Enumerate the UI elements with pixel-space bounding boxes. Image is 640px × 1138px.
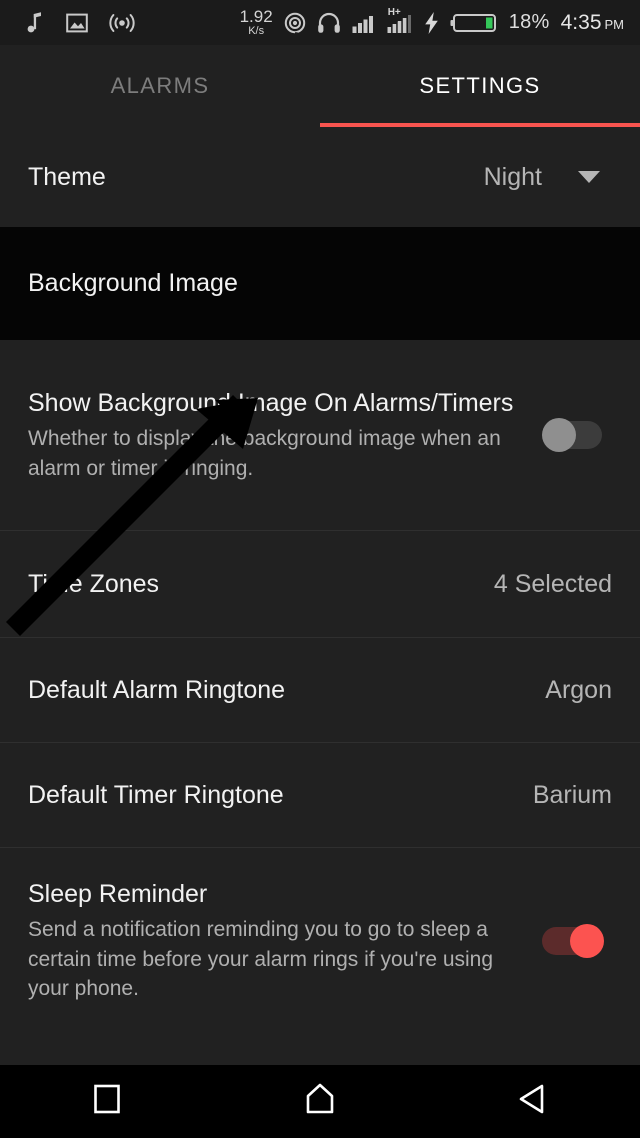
setting-row-default-alarm-ringtone[interactable]: Default Alarm Ringtone Argon <box>0 638 640 742</box>
cast-broadcast-icon <box>108 12 136 34</box>
status-bar: 1.92 K/s H+ 18% 4:35 PM <box>0 0 640 45</box>
setting-time-zones-title: Time Zones <box>28 569 160 598</box>
setting-theme-value: Night <box>483 162 542 191</box>
home-icon <box>302 1082 338 1121</box>
headphones-icon <box>317 12 341 34</box>
setting-time-zones-value: 4 Selected <box>493 569 612 598</box>
setting-sleep-reminder-texts: Sleep Reminder Send a notification remin… <box>28 878 542 1003</box>
setting-time-zones-texts: Time Zones <box>28 568 494 601</box>
tab-alarms-label: ALARMS <box>110 73 210 98</box>
toggle-thumb <box>542 418 576 452</box>
setting-default-timer-ringtone-title: Default Timer Ringtone <box>28 780 284 809</box>
square-icon <box>90 1082 124 1121</box>
setting-default-timer-ringtone-texts: Default Timer Ringtone <box>28 779 533 812</box>
home-button[interactable] <box>213 1082 426 1121</box>
network-speed-unit: K/s <box>248 25 265 37</box>
setting-theme-texts: Theme <box>28 161 484 194</box>
tab-settings[interactable]: SETTINGS <box>320 45 640 127</box>
tab-bar: ALARMS SETTINGS <box>0 45 640 127</box>
tab-settings-label: SETTINGS <box>419 73 541 98</box>
status-bar-right-icons: 1.92 K/s H+ 18% 4:35 PM <box>240 7 624 37</box>
chevron-down-icon[interactable] <box>578 171 600 183</box>
setting-row-show-background-image[interactable]: Show Background Image On Alarms/Timers W… <box>0 340 640 530</box>
setting-default-alarm-ringtone-texts: Default Alarm Ringtone <box>28 674 545 707</box>
tab-alarms[interactable]: ALARMS <box>0 45 320 127</box>
setting-show-background-image-title: Show Background Image On Alarms/Timers <box>28 389 514 418</box>
battery-percent-label: 18% <box>508 11 550 33</box>
toggle-thumb <box>570 924 604 958</box>
setting-sleep-reminder-summary: Send a notification reminding you to go … <box>28 918 494 1001</box>
setting-theme-title: Theme <box>28 162 106 191</box>
location-icon <box>284 12 306 34</box>
network-speed-indicator: 1.92 K/s <box>240 8 273 37</box>
back-button[interactable] <box>427 1082 640 1121</box>
setting-show-background-image-summary: Whether to display the background image … <box>28 427 501 480</box>
setting-row-background-image[interactable]: Background Image <box>0 227 640 340</box>
settings-list: Theme Night Background Image Show Backgr… <box>0 127 640 1107</box>
hplus-data-icon: H+ <box>387 7 413 34</box>
signal-bars-icon <box>352 12 376 34</box>
battery-icon <box>450 11 498 35</box>
setting-row-sleep-reminder[interactable]: Sleep Reminder Send a notification remin… <box>0 848 640 1034</box>
music-note-icon <box>26 11 46 34</box>
clock-ampm: PM <box>604 16 625 32</box>
android-navigation-bar <box>0 1065 640 1138</box>
status-bar-clock: 4:35 PM <box>561 11 624 35</box>
phone-screen: 1.92 K/s H+ 18% 4:35 PM ALARMS SETTINGS … <box>0 0 640 1138</box>
setting-show-background-image-texts: Show Background Image On Alarms/Timers W… <box>28 387 542 483</box>
triangle-left-icon <box>516 1082 550 1121</box>
image-icon <box>66 12 88 34</box>
toggle-show-background-image[interactable] <box>542 418 604 452</box>
setting-row-theme[interactable]: Theme Night <box>0 127 640 227</box>
network-speed-value: 1.92 <box>239 7 273 26</box>
setting-sleep-reminder-title: Sleep Reminder <box>28 880 208 909</box>
status-bar-left-icons <box>26 11 136 34</box>
recents-button[interactable] <box>0 1082 213 1121</box>
setting-background-image-title: Background Image <box>28 269 238 297</box>
setting-background-image-texts: Background Image <box>28 267 612 300</box>
hplus-label: H+ <box>387 6 401 18</box>
setting-row-default-timer-ringtone[interactable]: Default Timer Ringtone Barium <box>0 743 640 847</box>
setting-default-alarm-ringtone-title: Default Alarm Ringtone <box>28 675 286 704</box>
charging-bolt-icon <box>424 11 439 34</box>
setting-default-timer-ringtone-value: Barium <box>532 780 612 809</box>
setting-row-time-zones[interactable]: Time Zones 4 Selected <box>0 531 640 637</box>
clock-time: 4:35 <box>560 10 602 34</box>
toggle-sleep-reminder[interactable] <box>542 924 604 958</box>
setting-default-alarm-ringtone-value: Argon <box>545 675 612 704</box>
